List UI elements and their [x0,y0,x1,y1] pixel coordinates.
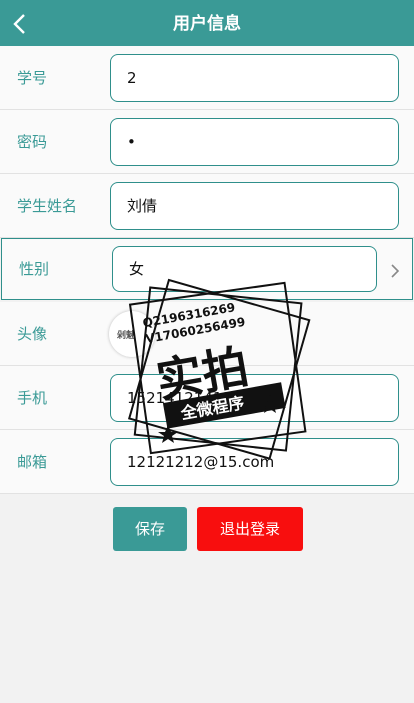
chevron-left-icon[interactable] [10,12,30,36]
avatar-image-text: 剁魅 [117,331,136,341]
phone-label: 手机 [17,389,48,407]
student-id-label: 学号 [17,69,48,87]
password-row: 密码 • [0,110,414,174]
chevron-right-icon[interactable] [390,263,400,279]
gender-select[interactable]: 女 [112,246,377,292]
email-row: 邮箱 12121212@15.com [0,430,414,494]
student-id-row: 学号 2 [0,46,414,110]
phone-row: 手机 15214121411 [0,366,414,430]
logout-button[interactable]: 退出登录 [197,507,303,551]
password-label: 密码 [17,133,48,151]
top-bar: 用户信息 [0,0,414,48]
email-label: 邮箱 [17,453,48,471]
name-row: 学生姓名 刘倩 [0,174,414,238]
gender-label: 性别 [19,260,50,278]
gender-row[interactable]: 性别 女 [1,238,413,300]
save-button[interactable]: 保存 [113,507,187,551]
avatar-label: 头像 [17,325,48,343]
avatar-row: 头像 剁魅 [0,302,414,366]
student-id-field[interactable]: 2 [110,54,399,102]
phone-field[interactable]: 15214121411 [110,374,399,422]
name-field[interactable]: 刘倩 [110,182,399,230]
name-label: 学生姓名 [17,197,78,215]
avatar[interactable]: 剁魅 [109,311,155,357]
email-field[interactable]: 12121212@15.com [110,438,399,486]
page-title: 用户信息 [173,14,241,34]
password-field[interactable]: • [110,118,399,166]
